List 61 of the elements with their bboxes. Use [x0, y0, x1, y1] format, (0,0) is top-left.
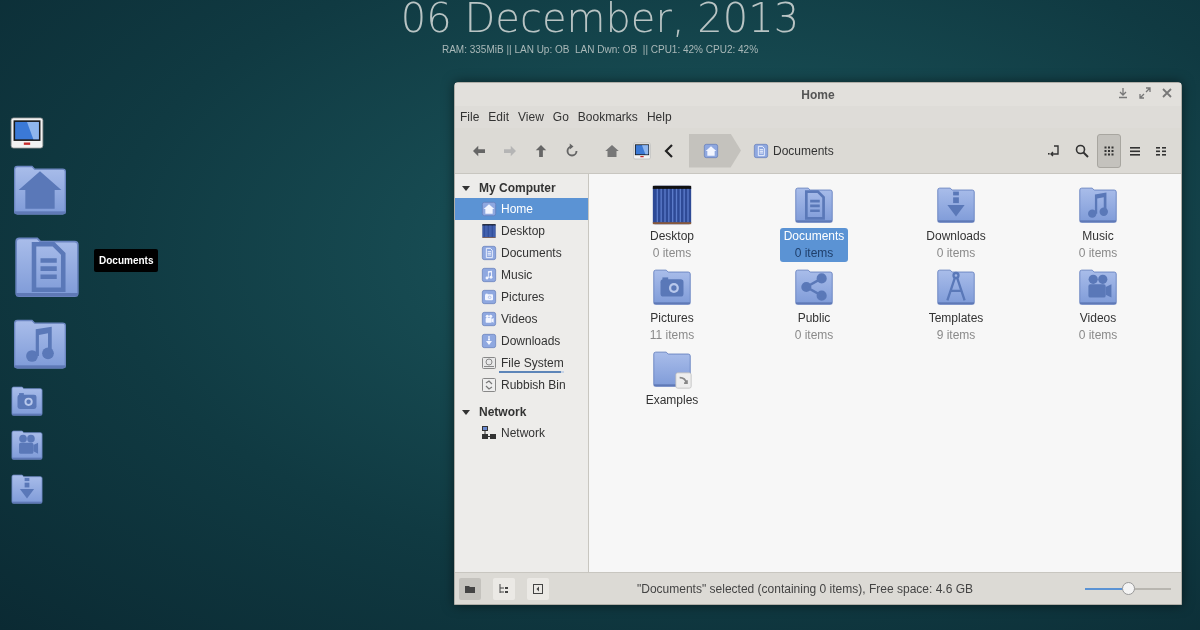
sidebar-pane-button[interactable]	[493, 577, 515, 600]
file-item-label[interactable]: Public 0 items	[790, 310, 838, 344]
window-title: Home	[801, 86, 835, 104]
folder-document-icon	[481, 245, 497, 261]
tree-icon	[498, 582, 510, 595]
sidebar-item[interactable]: Pictures	[455, 286, 588, 308]
return-arrow-icon	[1047, 143, 1061, 158]
folder-download-icon	[481, 333, 497, 349]
menu-item[interactable]: File	[457, 108, 483, 126]
menu-item[interactable]: Go	[549, 108, 572, 126]
dock-tooltip: Documents	[94, 249, 159, 272]
folder-music-icon	[481, 267, 497, 283]
file-item-label[interactable]: Desktop 0 items	[646, 228, 698, 262]
desktop-thumbnail-icon	[481, 223, 497, 239]
sidebar-item[interactable]: Music	[455, 264, 588, 286]
menu-item[interactable]: Help	[643, 108, 675, 126]
file-item-label[interactable]: Examples	[641, 392, 703, 409]
minimize-icon[interactable]	[1117, 87, 1129, 99]
list-icon	[1129, 144, 1141, 157]
drive-icon	[481, 355, 497, 371]
folder-camera-icon	[481, 289, 497, 305]
sidebar-item[interactable]: File System	[455, 352, 588, 374]
sidebar-item[interactable]: Downloads	[455, 330, 588, 352]
search-icon	[1075, 143, 1089, 158]
sidebar-pane-button[interactable]	[459, 577, 481, 600]
close-icon[interactable]	[1161, 87, 1173, 99]
sidebar-item[interactable]: Rubbish Bin	[455, 374, 588, 396]
sidebar-item[interactable]: Network	[455, 422, 588, 444]
file-item-label[interactable]: Videos 0 items	[1074, 310, 1122, 344]
folder-document-icon	[753, 142, 769, 159]
file-item-label[interactable]: Music 0 items	[1074, 228, 1122, 262]
folder-home-icon	[481, 201, 497, 217]
maximize-icon[interactable]	[1139, 87, 1151, 99]
breadcrumb[interactable]: Documents	[741, 133, 842, 168]
sidebar-item[interactable]: Documents	[455, 242, 588, 264]
system-stats-text: RAM: 335MiB || LAN Up: OB LAN Dwn: OB || CPU1: 42% CPU2: 42%	[441, 43, 759, 57]
breadcrumb[interactable]	[689, 133, 741, 168]
collapse-arrow-icon[interactable]	[461, 183, 471, 193]
sidebar-heading: My Computer	[479, 180, 556, 197]
zoom-slider-thumb[interactable]	[1122, 582, 1135, 595]
sidebar-toggle-icon	[532, 582, 544, 595]
status-text: "Documents" selected (containing 0 items), Free space: 4.6 GB	[637, 580, 973, 598]
sidebar-pane-button[interactable]	[527, 577, 549, 600]
folder-home-icon	[703, 142, 719, 159]
file-item-label[interactable]: Pictures 11 items	[645, 310, 699, 344]
grid-icon	[1103, 144, 1115, 157]
collapse-arrow-icon[interactable]	[461, 407, 471, 417]
chevron-left-icon	[663, 142, 675, 159]
network-icon	[481, 425, 497, 441]
monitor-icon	[632, 140, 652, 161]
file-item-label[interactable]: Templates 9 items	[924, 310, 988, 344]
menu-item[interactable]: Bookmarks	[574, 108, 641, 126]
menu-item[interactable]: Edit	[485, 108, 513, 126]
columns-icon	[1155, 144, 1167, 157]
file-item-label[interactable]: Downloads 0 items	[922, 228, 990, 262]
date-text: 06 December, 2013	[400, 0, 800, 36]
menu-item[interactable]: View	[515, 108, 547, 126]
sidebar-item[interactable]: Videos	[455, 308, 588, 330]
sidebar-item[interactable]: Desktop	[455, 220, 588, 242]
folder-video-icon	[481, 311, 497, 327]
sidebar-heading: Network	[479, 404, 527, 421]
